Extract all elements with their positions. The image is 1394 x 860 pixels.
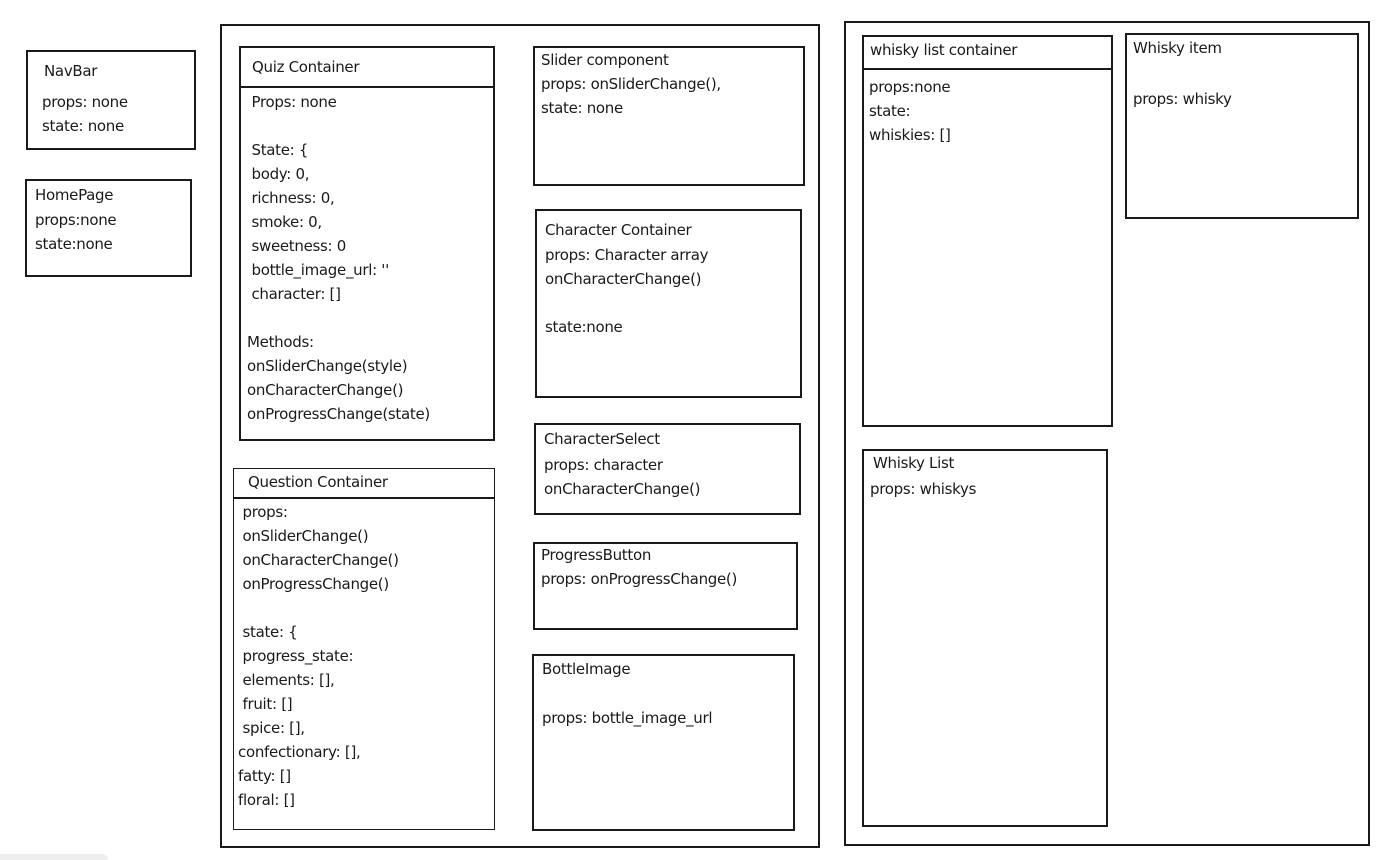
slider-component-lines: props: onSliderChange(), state: none bbox=[541, 75, 721, 117]
navbar-box: NavBar props: none state: none bbox=[26, 50, 196, 150]
question-container-lines: props: onSliderChange() onCharacterChang… bbox=[238, 503, 399, 809]
slider-component-box: Slider component props: onSliderChange()… bbox=[533, 46, 805, 186]
quiz-container-box: Quiz Container Props: none State: { body… bbox=[239, 46, 495, 441]
bottle-image-title: BottleImage bbox=[542, 660, 631, 678]
question-container-divider bbox=[234, 497, 494, 499]
progress-button-title: ProgressButton bbox=[541, 546, 652, 564]
whisky-list-lines: props: whiskys bbox=[870, 480, 977, 498]
progress-button-box: ProgressButton props: onProgressChange() bbox=[533, 542, 798, 630]
navbar-title: NavBar bbox=[44, 62, 98, 80]
character-container-title: Character Container bbox=[545, 221, 692, 239]
homepage-lines: props:none state:none bbox=[35, 211, 117, 253]
bottle-image-lines: props: bottle_image_url bbox=[542, 709, 713, 727]
whisky-item-lines: props: whisky bbox=[1133, 90, 1232, 108]
whisky-list-box: Whisky List props: whiskys bbox=[862, 449, 1108, 827]
whisky-item-box: Whisky item props: whisky bbox=[1125, 33, 1359, 219]
progress-button-lines: props: onProgressChange() bbox=[541, 570, 738, 588]
character-container-box: Character Container props: Character arr… bbox=[535, 209, 802, 398]
whisky-list-container-divider bbox=[864, 68, 1111, 70]
character-container-lines: props: Character array onCharacterChange… bbox=[545, 246, 709, 336]
quiz-container-divider bbox=[241, 86, 493, 88]
character-select-title: CharacterSelect bbox=[544, 430, 660, 448]
quiz-container-title: Quiz Container bbox=[252, 58, 360, 76]
character-select-box: CharacterSelect props: character onChara… bbox=[534, 423, 801, 515]
whisky-list-container-lines: props:none state: whiskies: [] bbox=[869, 78, 951, 144]
character-select-lines: props: character onCharacterChange() bbox=[544, 456, 701, 498]
page-corner-tab bbox=[0, 854, 108, 860]
navbar-lines: props: none state: none bbox=[42, 93, 128, 135]
whisky-list-title: Whisky List bbox=[873, 454, 955, 472]
homepage-title: HomePage bbox=[35, 186, 114, 204]
question-container-title: Question Container bbox=[248, 473, 388, 491]
question-container-box: Question Container props: onSliderChange… bbox=[233, 468, 495, 830]
whisky-list-container-box: whisky list container props:none state: … bbox=[862, 35, 1113, 427]
bottle-image-box: BottleImage props: bottle_image_url bbox=[532, 654, 795, 831]
whisky-item-title: Whisky item bbox=[1133, 39, 1222, 57]
quiz-container-lines: Props: none State: { body: 0, richness: … bbox=[247, 93, 430, 423]
whisky-list-container-title: whisky list container bbox=[870, 41, 1018, 59]
slider-component-title: Slider component bbox=[541, 51, 669, 69]
homepage-box: HomePage props:none state:none bbox=[25, 179, 192, 277]
